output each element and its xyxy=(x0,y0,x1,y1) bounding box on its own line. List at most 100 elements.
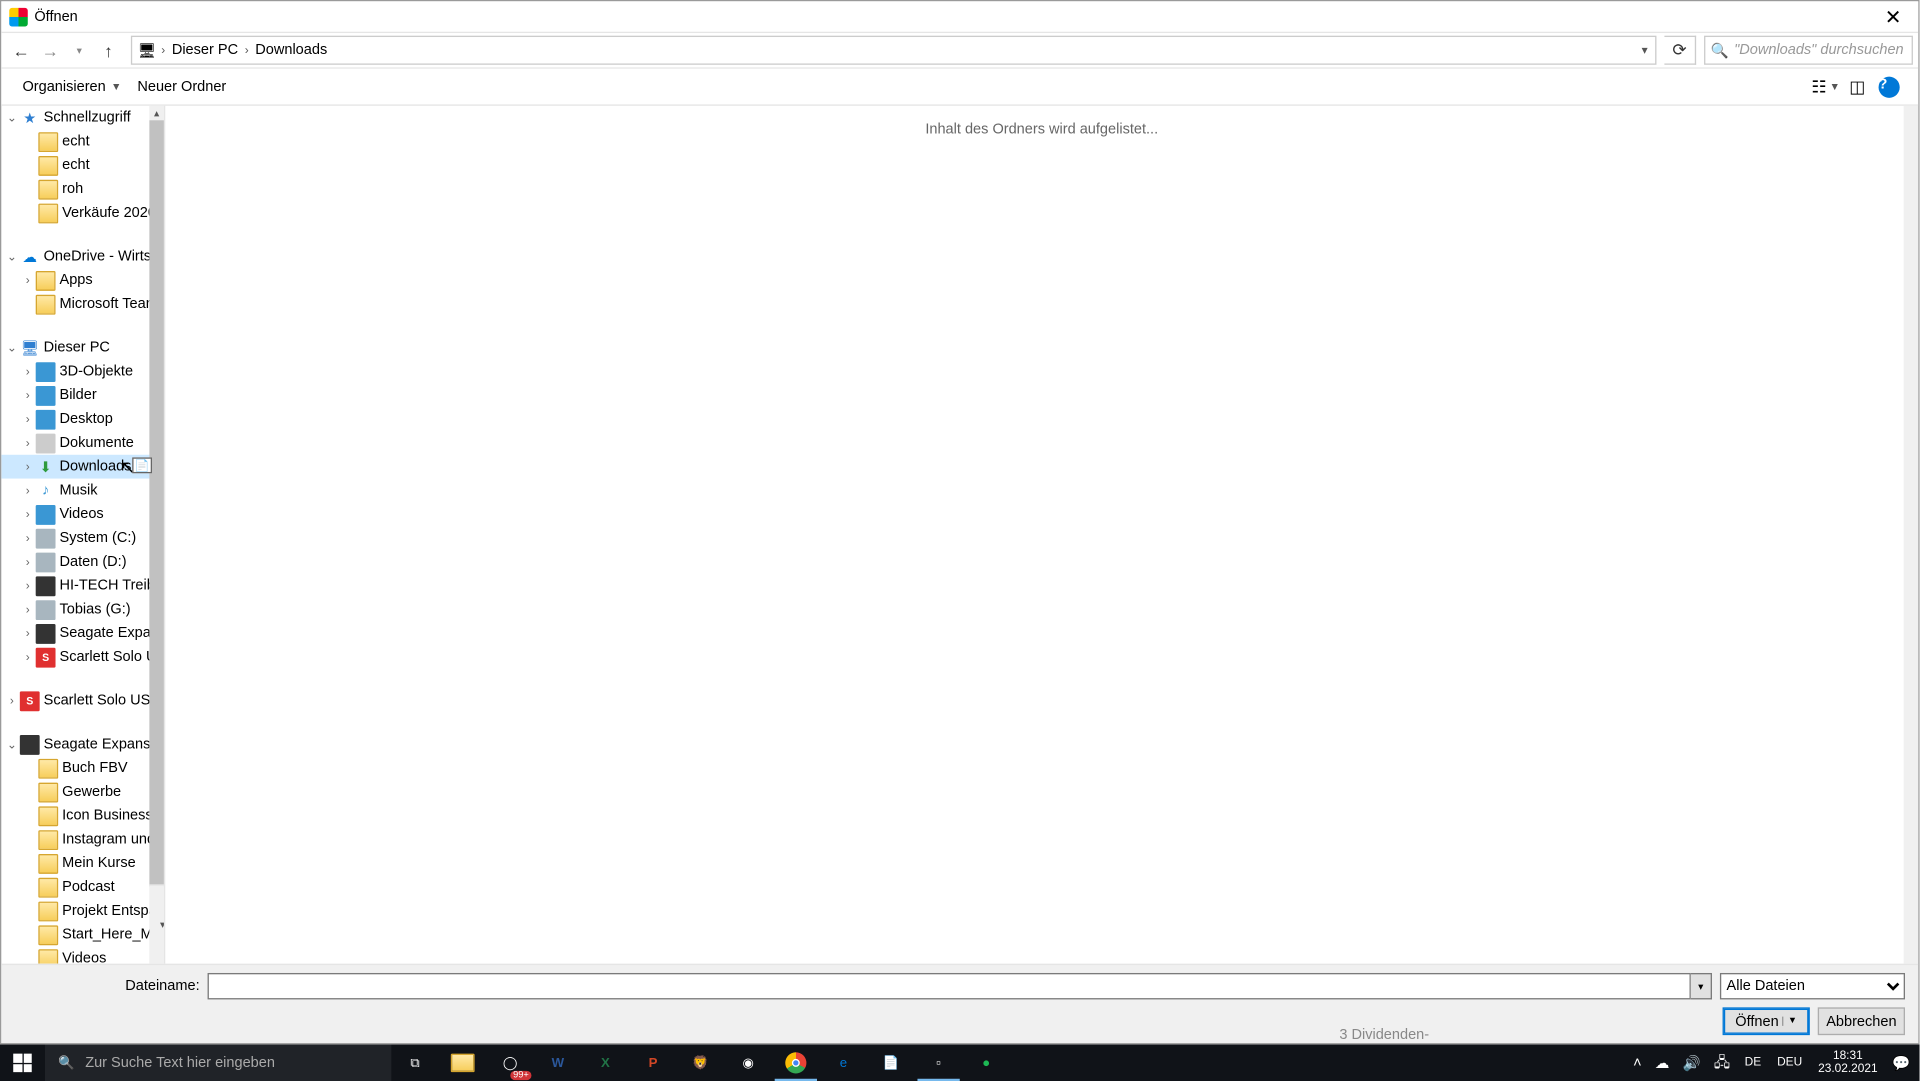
tree-item[interactable]: ›3D-Objekte xyxy=(1,360,150,384)
tree-quickaccess[interactable]: ⌄ ★ Schnellzugriff xyxy=(1,106,150,130)
start-button[interactable] xyxy=(0,1044,45,1081)
tree-item[interactable]: ›Desktop xyxy=(1,407,150,431)
content-pane[interactable]: Inhalt des Ordners wird aufgelistet... xyxy=(165,106,1918,964)
taskbar-search-input[interactable] xyxy=(85,1055,378,1071)
organize-button[interactable]: Organisieren ▼ xyxy=(15,73,130,99)
tree-item[interactable]: Start_Here_Mac. xyxy=(1,923,150,947)
tree-item[interactable]: ›Daten (D:) xyxy=(1,550,150,574)
tree-item[interactable]: ›Tobias (G:) xyxy=(1,598,150,622)
expand-icon[interactable]: › xyxy=(20,579,36,592)
expand-icon[interactable]: › xyxy=(4,694,20,707)
expand-icon[interactable]: › xyxy=(20,274,36,287)
tree-item[interactable]: Microsoft Teams xyxy=(1,292,150,316)
tray-notifications-icon[interactable]: 💬 xyxy=(1887,1044,1916,1081)
expand-icon[interactable]: › xyxy=(20,460,36,473)
expand-icon[interactable]: › xyxy=(20,555,36,568)
content-scrollbar[interactable] xyxy=(1904,106,1919,964)
tree-item[interactable]: echt xyxy=(1,130,150,154)
open-button[interactable]: Öffnen ▼ xyxy=(1723,1007,1810,1035)
address-bar[interactable]: 🖥 › Dieser PC › Downloads ▾ xyxy=(131,36,1657,65)
address-dropdown[interactable]: ▾ xyxy=(1634,43,1655,58)
app-chrome[interactable] xyxy=(772,1044,820,1081)
chevron-right-icon[interactable]: › xyxy=(159,44,168,57)
app-obs[interactable]: ◉ xyxy=(724,1044,772,1081)
tray-clock[interactable]: 18:31 23.02.2021 xyxy=(1811,1044,1884,1081)
tree-item[interactable]: ›Bilder xyxy=(1,383,150,407)
tree-item[interactable]: Buch FBV xyxy=(1,756,150,780)
tree-item[interactable]: ›♪Musik xyxy=(1,479,150,503)
app-generic1[interactable]: 📄 xyxy=(867,1044,915,1081)
breadcrumb-pc[interactable]: Dieser PC xyxy=(168,37,242,63)
expand-icon[interactable]: › xyxy=(20,508,36,521)
expand-icon[interactable]: › xyxy=(20,389,36,402)
tray-overflow[interactable]: ˄ xyxy=(1628,1044,1647,1081)
collapse-icon[interactable]: ⌄ xyxy=(4,249,20,264)
tree-scarlett[interactable]: › S Scarlett Solo USB xyxy=(1,689,150,713)
filename-dropdown[interactable]: ▾ xyxy=(1691,973,1712,999)
collapse-icon[interactable]: ⌄ xyxy=(4,110,20,125)
refresh-button[interactable]: ⟳ xyxy=(1664,36,1696,65)
tree-downloads[interactable]: ›⬇Downloads xyxy=(1,455,150,479)
expand-icon[interactable]: › xyxy=(20,627,36,640)
tree-seagate[interactable]: ⌄ Seagate Expansion xyxy=(1,732,150,756)
expand-icon[interactable]: › xyxy=(20,365,36,378)
app-powerpoint[interactable]: P xyxy=(629,1044,677,1081)
tree-item[interactable]: ›HI-TECH Treiber xyxy=(1,574,150,598)
search-input[interactable] xyxy=(1734,42,1906,58)
filetype-select[interactable]: Alle Dateien xyxy=(1720,973,1905,999)
tree-item[interactable]: Podcast xyxy=(1,875,150,899)
view-mode-button[interactable]: ☷▼ xyxy=(1810,71,1842,103)
app-brave[interactable]: 🦁 xyxy=(677,1044,725,1081)
tree-item[interactable]: Verkäufe 2020 xyxy=(1,201,150,225)
expand-icon[interactable]: › xyxy=(20,436,36,449)
app-cortana[interactable]: ◯99+ xyxy=(486,1044,534,1081)
expand-icon[interactable]: › xyxy=(20,531,36,544)
tray-onedrive-icon[interactable]: ☁ xyxy=(1650,1044,1675,1081)
tree-thispc[interactable]: ⌄ 🖥 Dieser PC xyxy=(1,336,150,360)
expand-icon[interactable]: › xyxy=(20,650,36,663)
app-edge[interactable]: e xyxy=(820,1044,868,1081)
collapse-icon[interactable]: ⌄ xyxy=(4,340,20,355)
up-button[interactable]: ↑ xyxy=(94,36,123,65)
tree-item[interactable]: Projekt Entspann xyxy=(1,899,150,923)
tree-item[interactable]: roh xyxy=(1,177,150,201)
preview-pane-button[interactable]: ◫ xyxy=(1842,71,1874,103)
tree-onedrive[interactable]: ⌄ ☁ OneDrive - Wirtsc xyxy=(1,245,150,269)
help-button[interactable]: ? xyxy=(1873,71,1905,103)
tray-volume-icon[interactable]: 🔊 xyxy=(1677,1044,1706,1081)
chevron-right-icon[interactable]: › xyxy=(242,44,251,57)
tree-item[interactable]: Gewerbe xyxy=(1,780,150,804)
close-button[interactable]: ✕ xyxy=(1868,1,1918,31)
tree-item[interactable]: Mein Kurse xyxy=(1,851,150,875)
scroll-down-icon[interactable]: ▾ xyxy=(149,884,165,963)
tree-item[interactable]: ›Dokumente xyxy=(1,431,150,455)
tray-language[interactable]: DE xyxy=(1738,1044,1768,1081)
filename-input[interactable] xyxy=(208,973,1691,999)
back-button[interactable]: ← xyxy=(7,36,36,65)
expand-icon[interactable]: › xyxy=(20,484,36,497)
tree-item[interactable]: ›Seagate Expansi xyxy=(1,621,150,645)
tree-item[interactable]: Instagram und T xyxy=(1,828,150,852)
tree-item[interactable]: ›SScarlett Solo USE xyxy=(1,645,150,669)
scroll-up-icon[interactable]: ▴ xyxy=(149,106,164,121)
recent-dropdown[interactable]: ▾ xyxy=(65,36,94,65)
cancel-button[interactable]: Abbrechen xyxy=(1818,1007,1905,1035)
chevron-down-icon[interactable]: ▼ xyxy=(1783,1017,1797,1026)
tree-item[interactable]: Videos xyxy=(1,947,150,964)
tree-item[interactable]: ›Apps xyxy=(1,268,150,292)
scroll-thumb[interactable] xyxy=(149,120,164,887)
tree-item[interactable]: Icon Business xyxy=(1,804,150,828)
expand-icon[interactable]: › xyxy=(20,412,36,425)
app-spotify[interactable]: ● xyxy=(962,1044,1010,1081)
search-box[interactable]: 🔍 xyxy=(1704,36,1913,65)
tray-network-icon[interactable]: 🖧 xyxy=(1709,1044,1736,1081)
tray-keyboard[interactable]: DEU xyxy=(1770,1044,1808,1081)
task-view-button[interactable]: ⧉ xyxy=(391,1044,439,1081)
tree-item[interactable]: ›System (C:) xyxy=(1,526,150,550)
app-word[interactable]: W xyxy=(534,1044,582,1081)
app-explorer[interactable] xyxy=(439,1044,487,1081)
breadcrumb-downloads[interactable]: Downloads xyxy=(251,37,331,63)
tree-item[interactable]: echt xyxy=(1,153,150,177)
sidebar-scrollbar[interactable]: ▴ ▾ xyxy=(149,106,164,964)
taskbar-search[interactable]: 🔍 xyxy=(45,1044,391,1081)
